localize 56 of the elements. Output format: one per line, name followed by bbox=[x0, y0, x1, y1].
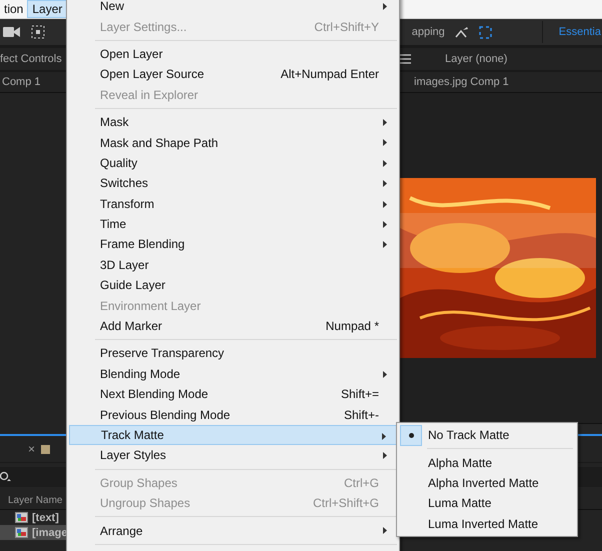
submenu-arrow-icon bbox=[383, 118, 387, 126]
dashed-box-icon[interactable] bbox=[31, 25, 45, 39]
menu-item[interactable]: Track Matte bbox=[69, 424, 397, 446]
comp-swatch-icon bbox=[41, 444, 50, 454]
dashed-box-icon[interactable] bbox=[478, 26, 492, 38]
submenu-arrow-icon bbox=[383, 160, 387, 167]
menu-item[interactable]: Quality bbox=[69, 152, 397, 174]
menu-item[interactable]: Previous Blending Mode Shift+- bbox=[69, 404, 397, 425]
menu-item[interactable]: Transform bbox=[69, 194, 397, 214]
image-layer-icon bbox=[15, 512, 28, 523]
snap-icon[interactable] bbox=[454, 26, 469, 38]
menu-item[interactable]: Guide Layer bbox=[69, 275, 397, 296]
radio-dot-icon bbox=[408, 432, 414, 438]
snapping-label: apping bbox=[412, 26, 445, 38]
menu-item[interactable]: Mask and Shape Path bbox=[69, 132, 397, 153]
panel-title[interactable]: Layer (none) bbox=[445, 53, 508, 65]
image-layer-icon bbox=[15, 527, 28, 538]
menu-item[interactable]: Add Marker Numpad * bbox=[69, 316, 397, 336]
menu-item[interactable]: Frame Blending bbox=[69, 234, 397, 255]
menu-item[interactable]: Next Blending Mode Shift+= bbox=[69, 384, 397, 404]
menu-item[interactable]: Luma Inverted Matte bbox=[397, 514, 577, 534]
menubar-item[interactable]: Layer bbox=[27, 0, 68, 18]
menu-item[interactable]: Blending Mode bbox=[69, 364, 397, 384]
workspace-tab[interactable]: Essentia bbox=[558, 26, 601, 38]
menu-item[interactable]: Preserve Transparency bbox=[69, 343, 397, 364]
panel-title[interactable]: fect Controls bbox=[0, 53, 62, 65]
menu-item[interactable]: New bbox=[69, 0, 397, 16]
menu-item[interactable]: Switches bbox=[69, 173, 397, 194]
submenu-arrow-icon bbox=[383, 241, 387, 248]
submenu-arrow-icon bbox=[382, 432, 386, 440]
menu-item[interactable]: Luma Matte bbox=[397, 493, 577, 514]
column-header[interactable]: Layer Name bbox=[8, 494, 62, 506]
menu-item[interactable]: Mask bbox=[69, 112, 397, 132]
submenu-arrow-icon bbox=[383, 200, 387, 208]
camera-icon[interactable] bbox=[3, 26, 21, 38]
menu-icon[interactable] bbox=[400, 54, 411, 64]
menu-item[interactable]: 3D Layer bbox=[69, 254, 397, 276]
submenu-arrow-icon bbox=[383, 220, 387, 228]
menu-item[interactable]: Alpha Matte bbox=[397, 452, 577, 473]
menubar-item[interactable]: tion bbox=[0, 0, 28, 18]
close-icon[interactable]: × bbox=[28, 442, 36, 456]
search-icon[interactable] bbox=[0, 471, 12, 483]
submenu-arrow-icon bbox=[383, 370, 387, 378]
submenu-arrow-icon bbox=[383, 139, 387, 146]
menu-item[interactable]: Open Layer bbox=[69, 44, 397, 64]
menu-item[interactable]: Time bbox=[69, 214, 397, 234]
menu-item[interactable]: Open Layer Source Alt+Numpad Enter bbox=[69, 64, 397, 85]
submenu-arrow-icon bbox=[383, 180, 387, 188]
menu-item[interactable]: Layer Styles bbox=[69, 445, 397, 466]
comp-tab[interactable]: Comp 1 bbox=[2, 76, 41, 88]
submenu-arrow-icon bbox=[383, 452, 387, 460]
submenu-arrow-icon bbox=[383, 527, 387, 534]
menu-item[interactable]: Alpha Inverted Matte bbox=[397, 472, 577, 494]
submenu-arrow-icon bbox=[383, 3, 387, 10]
comp-tab[interactable]: images.jpg Comp 1 bbox=[414, 76, 509, 88]
menu-item[interactable]: No Track Matte bbox=[397, 425, 577, 446]
